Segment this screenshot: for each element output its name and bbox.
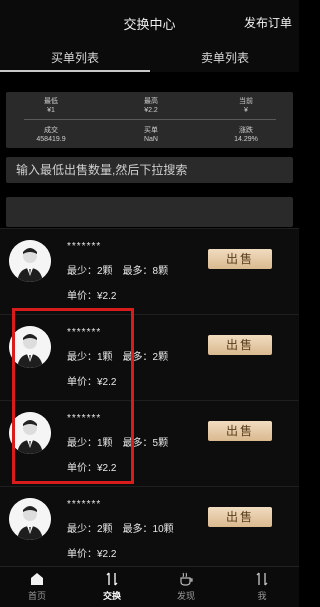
quantity-range: 最少：2颗 最多：8颗 — [67, 262, 168, 277]
order-row: ******* 最少：2颗 最多：8颗 单价：¥2.2 出售 — [0, 228, 299, 314]
stat-high-label: 最高 — [144, 98, 158, 105]
nav-me-label: 我 — [257, 591, 267, 601]
stat-change-label: 涨跌 — [239, 127, 253, 134]
sell-button[interactable]: 出售 — [208, 507, 272, 527]
min-quantity-input[interactable] — [6, 157, 293, 183]
home-icon — [7, 571, 67, 587]
nav-exchange[interactable]: 交换 — [82, 571, 142, 602]
stat-change: 涨跌 14.29% — [216, 126, 276, 144]
stat-low-value: ¥1 — [47, 107, 55, 114]
bottom-navigation: 首页 交换 发现 我 — [0, 566, 299, 607]
publish-order-link[interactable]: 发布订单 — [244, 14, 292, 31]
min-quantity: 最少：2颗 — [67, 524, 113, 535]
stat-buy-value: NaN — [143, 136, 158, 143]
coffee-cup-icon — [156, 571, 216, 587]
max-quantity: 最多：10颗 — [122, 524, 174, 535]
unit-price: 单价：¥2.2 — [67, 549, 117, 560]
max-quantity: 最多：8颗 — [122, 266, 169, 277]
stats-divider — [24, 119, 276, 120]
quantity-range: 最少：2颗 最多：10颗 — [67, 520, 174, 535]
avatar — [9, 498, 51, 540]
stat-buy: 买单 NaN — [121, 126, 181, 144]
tab-bar: 买单列表 卖单列表 — [0, 44, 299, 72]
stat-change-value: 14.29% — [234, 136, 258, 143]
nav-discover-label: 发现 — [176, 591, 195, 601]
active-tab-indicator — [0, 70, 150, 72]
stat-buy-label: 买单 — [144, 127, 158, 134]
stat-high: 最高 ¥2.2 — [121, 97, 181, 115]
stat-current-value: ¥ — [244, 107, 248, 114]
stat-deal: 成交 458419.9 — [21, 126, 81, 144]
exchange-icon — [82, 571, 142, 587]
unit-price: 单价：¥2.2 — [67, 291, 117, 302]
sell-button[interactable]: 出售 — [208, 249, 272, 269]
nav-discover[interactable]: 发现 — [156, 571, 216, 602]
stat-high-value: ¥2.2 — [144, 107, 158, 114]
stat-current-label: 当前 — [239, 98, 253, 105]
market-stats-panel: 最低 ¥1 最高 ¥2.2 当前 ¥ 成交 458419.9 买单 NaN 涨跌… — [6, 92, 293, 148]
annotation-highlight-box — [12, 308, 134, 484]
nav-exchange-label: 交换 — [102, 591, 121, 601]
stat-deal-label: 成交 — [44, 127, 58, 134]
avatar — [9, 240, 51, 282]
nav-me[interactable]: 我 — [232, 571, 292, 602]
empty-filter-bar — [6, 197, 293, 227]
stat-current: 当前 ¥ — [216, 97, 276, 115]
tab-buy-list[interactable]: 买单列表 — [0, 49, 150, 66]
order-row: ******* 最少：2颗 最多：10颗 单价：¥2.2 出售 — [0, 486, 299, 572]
username: ******* — [67, 499, 102, 510]
sell-button[interactable]: 出售 — [208, 335, 272, 355]
sell-button[interactable]: 出售 — [208, 421, 272, 441]
min-quantity-search — [6, 157, 293, 183]
nav-home-label: 首页 — [27, 591, 46, 601]
stat-low-label: 最低 — [44, 98, 58, 105]
stat-low: 最低 ¥1 — [21, 97, 81, 115]
exchange-icon — [232, 571, 292, 587]
app-header: 交换中心 发布订单 — [0, 0, 299, 44]
tab-sell-list[interactable]: 卖单列表 — [150, 49, 300, 66]
nav-home[interactable]: 首页 — [7, 571, 67, 602]
stat-deal-value: 458419.9 — [36, 136, 66, 143]
min-quantity: 最少：2颗 — [67, 266, 113, 277]
username: ******* — [67, 241, 102, 252]
